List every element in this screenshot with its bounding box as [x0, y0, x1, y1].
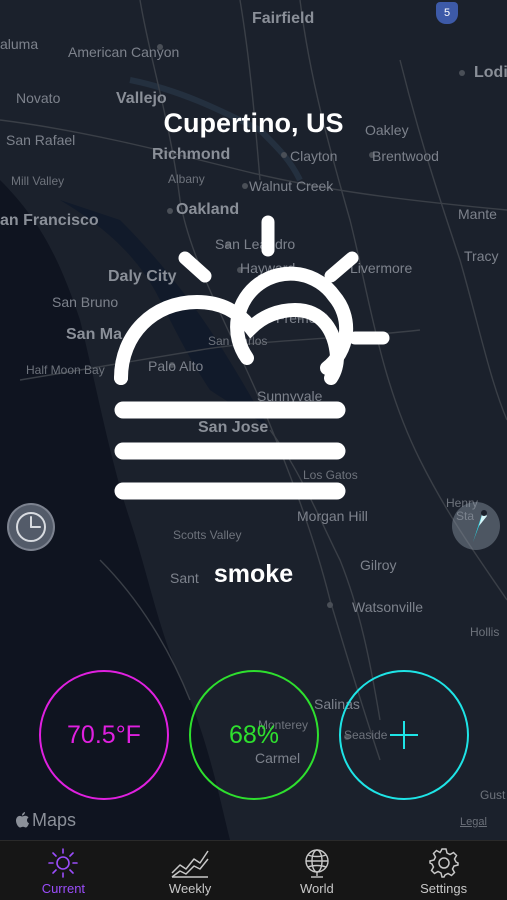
map-label-lodi: Lodi — [474, 64, 507, 81]
tab-label-settings: Settings — [420, 881, 468, 896]
map-label-morgan-hill: Morgan Hill — [297, 508, 368, 524]
map-label-tracy: Tracy — [464, 248, 499, 264]
map-label-hollister: Hollis — [470, 625, 500, 639]
history-button[interactable] — [7, 503, 55, 551]
sun-icon — [48, 848, 79, 878]
humidity-ring[interactable]: 68% — [189, 670, 319, 800]
map-label-mill-valley: Mill Valley — [11, 174, 65, 188]
add-metric-button[interactable] — [339, 670, 469, 800]
tab-world[interactable]: World — [254, 841, 381, 900]
maps-brand-label: Maps — [32, 810, 77, 830]
tab-weekly[interactable]: Weekly — [127, 841, 254, 900]
map-label-aluma: aluma — [0, 36, 39, 52]
map-label-brentwood: Brentwood — [372, 148, 439, 164]
legal-link[interactable]: Legal — [460, 816, 487, 828]
map-label-half-moon-bay: Half Moon Bay — [26, 363, 105, 377]
tab-label-current: Current — [41, 881, 86, 896]
app-screen: Fairfield aluma American Canyon Lodi Nov… — [0, 0, 507, 900]
gear-icon — [428, 848, 459, 878]
maps-attribution: Maps — [14, 810, 76, 831]
tab-current[interactable]: Current — [0, 841, 127, 900]
map-label-vallejo: Vallejo — [116, 90, 167, 107]
map-label-manteca: Mante — [458, 206, 497, 222]
map-label-scotts-valley: Scotts Valley — [173, 528, 242, 542]
map-label-watsonville: Watsonville — [352, 599, 424, 615]
weather-condition: smoke — [213, 560, 294, 588]
map-label-american-canyon: American Canyon — [68, 44, 180, 60]
globe-icon — [305, 849, 329, 878]
map-label-fairfield: Fairfield — [252, 10, 315, 27]
tab-bar: Current Weekly World Settings — [0, 840, 507, 900]
apple-logo-icon — [16, 811, 29, 827]
map-label-san-francisco: an Francisco — [0, 212, 99, 229]
humidity-value: 68% — [228, 720, 280, 749]
map-label-richmond: Richmond — [152, 146, 231, 163]
map-label-clayton: Clayton — [290, 148, 338, 164]
sun-behind-cloud-fog-icon — [114, 215, 390, 500]
map-label-gust: Gust — [480, 788, 506, 802]
map-label-walnut-creek: Walnut Creek — [249, 178, 334, 194]
map-label-albany: Albany — [168, 172, 205, 186]
compass-icon — [473, 510, 487, 542]
tab-label-world: World — [300, 881, 334, 896]
map-label-novato: Novato — [16, 90, 61, 106]
plus-icon — [390, 721, 418, 749]
temperature-ring[interactable]: 70.5°F — [39, 670, 169, 800]
tab-label-weekly: Weekly — [168, 881, 212, 896]
temperature-value: 70.5°F — [67, 720, 141, 749]
trend-chart-icon — [171, 850, 209, 878]
tab-settings[interactable]: Settings — [380, 841, 507, 900]
location-title: Cupertino, US — [163, 108, 344, 138]
compass-button[interactable] — [452, 502, 500, 550]
clock-icon — [16, 512, 46, 542]
highway-shield-icon: 5 — [436, 2, 458, 24]
